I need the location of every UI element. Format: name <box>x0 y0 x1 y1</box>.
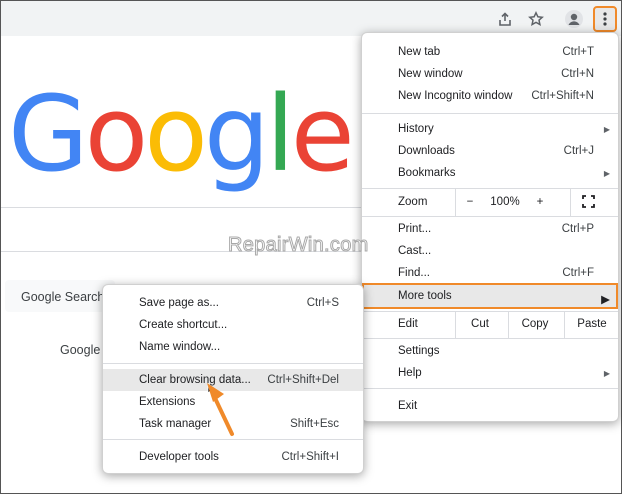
cut-button[interactable]: Cut <box>455 318 505 330</box>
star-icon[interactable] <box>524 7 548 31</box>
fullscreen-icon[interactable] <box>578 195 598 211</box>
zoom-in-button[interactable]: + <box>530 196 550 208</box>
chevron-right-icon: ▶ <box>603 368 610 378</box>
chevron-right-icon: ▶ <box>603 168 610 178</box>
menu-separator <box>362 188 618 189</box>
menu-item-find[interactable]: Find... Ctrl+F <box>362 262 618 284</box>
chevron-right-icon: ▶ <box>601 294 610 306</box>
menu-separator <box>362 311 618 312</box>
menu-item-downloads[interactable]: Downloads Ctrl+J <box>362 140 618 162</box>
chrome-main-menu: New tab Ctrl+T New window Ctrl+N New Inc… <box>361 32 619 422</box>
menu-item-new-incognito[interactable]: New Incognito window Ctrl+Shift+N <box>362 85 618 107</box>
paste-button[interactable]: Paste <box>565 318 619 330</box>
watermark: RepairWin.com <box>228 234 369 257</box>
menu-item-history[interactable]: History ▶ <box>362 118 618 140</box>
menu-item-zoom: Zoom − 100% + <box>362 191 618 213</box>
more-tools-submenu: Save page as... Ctrl+S Create shortcut..… <box>102 284 364 474</box>
menu-separator <box>362 216 618 217</box>
language-link[interactable]: Google <box>60 343 100 357</box>
menu-item-bookmarks[interactable]: Bookmarks ▶ <box>362 162 618 184</box>
menu-item-print[interactable]: Print... Ctrl+P <box>362 218 618 240</box>
menu-item-help[interactable]: Help ▶ <box>362 362 618 384</box>
menu-separator <box>362 388 618 389</box>
page-divider <box>1 207 361 208</box>
menu-item-settings[interactable]: Settings <box>362 340 618 362</box>
menu-item-new-tab[interactable]: New tab Ctrl+T <box>362 41 618 63</box>
menu-separator <box>362 338 618 339</box>
copy-button[interactable]: Copy <box>508 318 562 330</box>
chevron-right-icon: ▶ <box>603 124 610 134</box>
menu-item-more-tools[interactable]: More tools ▶ <box>362 283 618 309</box>
share-icon[interactable] <box>493 7 517 31</box>
menu-separator <box>362 113 618 114</box>
google-search-label: Google Search <box>21 290 105 304</box>
menu-item-new-window[interactable]: New window Ctrl+N <box>362 63 618 85</box>
zoom-out-button[interactable]: − <box>460 196 480 208</box>
menu-item-edit: Edit Cut Copy Paste <box>362 313 618 335</box>
menu-item-create-shortcut[interactable]: Create shortcut... <box>103 314 363 336</box>
menu-separator <box>103 363 363 364</box>
browser-toolbar <box>1 1 621 36</box>
annotation-arrow-icon <box>204 380 238 441</box>
zoom-level: 100% <box>490 196 520 208</box>
menu-item-save-page[interactable]: Save page as... Ctrl+S <box>103 292 363 314</box>
profile-icon[interactable] <box>562 7 586 31</box>
menu-item-name-window[interactable]: Name window... <box>103 336 363 358</box>
google-logo: Google <box>8 73 355 195</box>
menu-item-developer-tools[interactable]: Developer tools Ctrl+Shift+I <box>103 446 363 468</box>
menu-item-exit[interactable]: Exit <box>362 395 618 417</box>
menu-item-cast[interactable]: Cast... <box>362 240 618 262</box>
more-vert-icon[interactable] <box>593 6 617 32</box>
